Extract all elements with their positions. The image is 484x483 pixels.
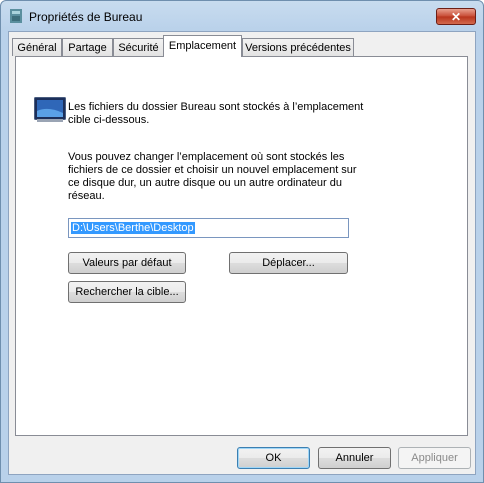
cancel-button[interactable]: Annuler [318,447,391,469]
move-button[interactable]: Déplacer... [229,252,348,274]
target-path-input[interactable]: D:\Users\Berthe\Desktop [68,218,349,238]
properties-window: Propriétés de Bureau ✕ Général Partage S… [0,0,484,483]
close-button[interactable]: ✕ [436,8,476,25]
title-bar[interactable]: Propriétés de Bureau ✕ [1,1,483,31]
find-target-button[interactable]: Rechercher la cible... [68,281,186,303]
restore-defaults-button[interactable]: Valeurs par défaut [68,252,186,274]
desktop-folder-icon [34,97,66,122]
dialog-client-area: Général Partage Sécurité Emplacement Ver… [8,31,476,475]
tab-general[interactable]: Général [12,38,62,56]
window-title: Propriétés de Bureau [29,10,143,24]
tab-emplacement[interactable]: Emplacement [163,35,242,57]
ok-button[interactable]: OK [237,447,310,469]
apply-button[interactable]: Appliquer [398,447,471,469]
location-description: Les fichiers du dossier Bureau sont stoc… [68,101,364,126]
tab-versions-precedentes[interactable]: Versions précédentes [242,38,354,56]
tab-panel-emplacement: Les fichiers du dossier Bureau sont stoc… [15,56,468,436]
location-info-text: Vous pouvez changer l’emplacement où son… [68,151,357,202]
tab-partage[interactable]: Partage [62,38,113,56]
target-path-value: D:\Users\Berthe\Desktop [71,222,195,234]
tab-securite[interactable]: Sécurité [113,38,164,56]
folder-properties-icon [10,9,22,23]
